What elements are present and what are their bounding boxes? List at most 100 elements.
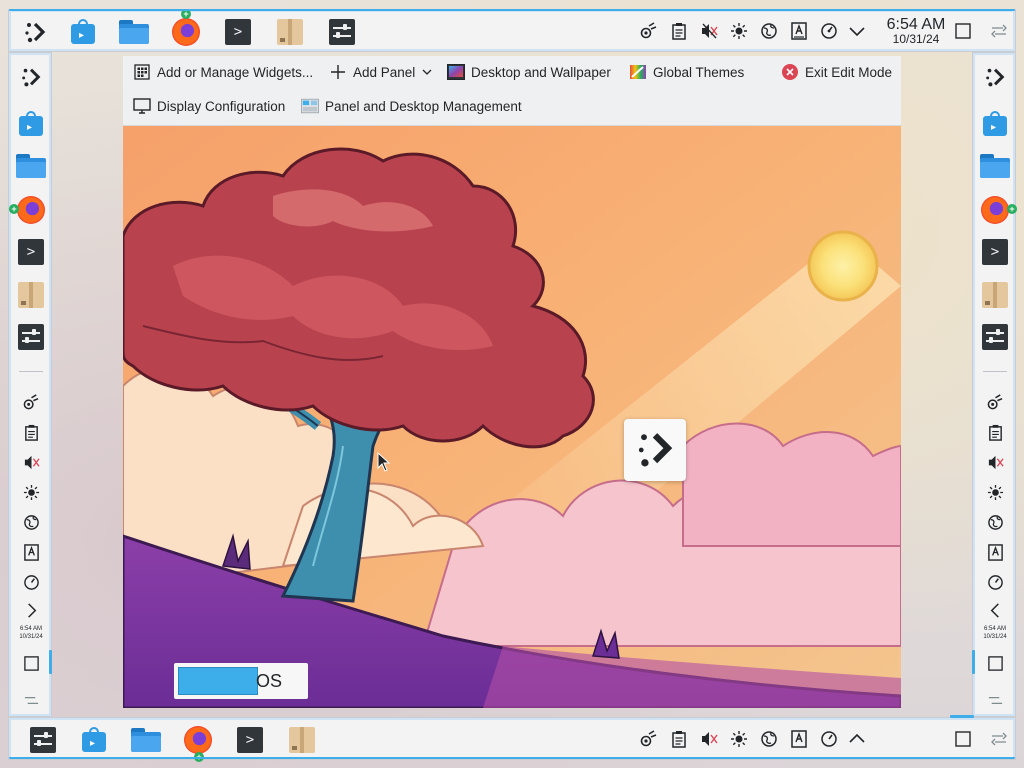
kdeconnect-icon[interactable] [638, 20, 660, 42]
show-desktop-icon[interactable] [9, 650, 53, 676]
power-profile-icon[interactable] [973, 569, 1017, 595]
taskbar-konsole[interactable]: > [216, 12, 260, 52]
show-desktop-icon[interactable] [952, 728, 974, 750]
left-taskbar-firefox[interactable]: + [9, 192, 53, 228]
panel-desktop-management-button[interactable]: Panel and Desktop Management [301, 94, 522, 118]
brightness-icon[interactable] [728, 728, 750, 750]
show-desktop-icon[interactable] [952, 20, 974, 42]
add-panel-label: Add Panel [353, 64, 416, 80]
add-badge-icon: + [9, 204, 19, 214]
bottom-panel-edge [9, 757, 1015, 759]
right-taskbar-konsole[interactable]: > [973, 234, 1017, 270]
kde-logo-icon [986, 68, 1005, 87]
brightness-icon[interactable] [973, 479, 1017, 505]
left-taskbar-konsole[interactable]: > [9, 234, 53, 270]
desktop-wallpaper-button[interactable]: Desktop and Wallpaper [447, 60, 611, 84]
left-taskbar-dolphin[interactable] [9, 148, 53, 184]
clipboard-icon[interactable] [668, 728, 690, 750]
bottom-taskbar-konsole[interactable]: > [228, 720, 272, 760]
right-digital-clock[interactable]: 6:54 AM 10/31/24 [973, 625, 1017, 641]
volume-muted-icon[interactable] [698, 728, 720, 750]
kdeconnect-icon[interactable] [973, 389, 1017, 415]
panel-configure-icon[interactable] [988, 728, 1010, 750]
bottom-panel[interactable]: ▸ + > [8, 717, 1016, 762]
taskbar-discover[interactable]: ▸ [61, 12, 105, 52]
store-icon: ▸ [18, 111, 44, 137]
bottom-taskbar-discover[interactable]: ▸ [72, 720, 116, 760]
left-panel-edge [49, 650, 52, 674]
panel-configure-icon[interactable] [9, 687, 53, 713]
volume-muted-icon[interactable] [9, 449, 53, 475]
right-taskbar-discover[interactable]: ▸ [973, 106, 1017, 142]
keyboard-layout-icon[interactable] [973, 539, 1017, 565]
os-label-text: OS [256, 670, 283, 691]
left-taskbar-discover[interactable]: ▸ [9, 106, 53, 142]
bottom-taskbar-firefox[interactable]: + [176, 720, 220, 762]
expand-arrow-icon[interactable] [846, 728, 868, 750]
global-themes-button[interactable]: Global Themes [629, 60, 744, 84]
right-taskbar-system-settings[interactable] [973, 319, 1017, 355]
folder-icon [131, 728, 161, 752]
left-application-launcher[interactable] [9, 59, 53, 95]
panel-configure-icon[interactable] [988, 20, 1010, 42]
brightness-icon[interactable] [9, 479, 53, 505]
volume-muted-icon[interactable] [973, 449, 1017, 475]
right-panel[interactable]: ▸ + > 6:54 AM 10/31/24 [972, 52, 1017, 717]
keyboard-layout-icon[interactable] [788, 728, 810, 750]
right-panel-edge [972, 650, 975, 674]
kde-logo-widget[interactable] [624, 419, 686, 481]
clipboard-icon[interactable] [668, 20, 690, 42]
network-icon[interactable] [9, 509, 53, 535]
power-profile-icon[interactable] [9, 569, 53, 595]
show-desktop-icon[interactable] [973, 650, 1017, 676]
right-application-launcher[interactable] [973, 59, 1017, 95]
chevron-down-icon [421, 63, 433, 81]
keyboard-layout-icon[interactable] [9, 539, 53, 565]
top-panel-edge [9, 9, 1015, 11]
left-digital-clock[interactable]: 6:54 AM 10/31/24 [9, 625, 53, 641]
left-taskbar-ark[interactable] [9, 277, 53, 313]
network-icon[interactable] [758, 20, 780, 42]
panel-configure-icon[interactable] [973, 687, 1017, 713]
taskbar-system-settings[interactable] [320, 12, 364, 52]
power-profile-icon[interactable] [818, 20, 840, 42]
display-configuration-button[interactable]: Display Configuration [133, 94, 285, 118]
right-taskbar-ark[interactable] [973, 277, 1017, 313]
power-profile-icon[interactable] [818, 728, 840, 750]
taskbar-dolphin[interactable] [112, 12, 156, 52]
panel-management-icon [301, 97, 319, 115]
taskbar-ark[interactable] [268, 12, 312, 52]
desktop-wallpaper-preview[interactable] [123, 126, 901, 708]
bottom-taskbar-ark[interactable] [280, 720, 324, 760]
left-panel[interactable]: ▸ + > 6:54 AM 10/31/24 [8, 52, 52, 717]
clipboard-icon[interactable] [9, 419, 53, 445]
exit-edit-mode-button[interactable]: Exit Edit Mode [781, 60, 892, 84]
expand-arrow-icon[interactable] [9, 597, 53, 623]
os-label-widget[interactable]: OS [174, 663, 308, 699]
brightness-icon[interactable] [728, 20, 750, 42]
expand-arrow-icon[interactable] [846, 20, 868, 42]
application-launcher-button[interactable] [13, 12, 57, 52]
bottom-panel-resize-handle [950, 715, 974, 718]
add-panel-button[interactable]: Add Panel [329, 60, 433, 84]
expand-arrow-icon[interactable] [973, 597, 1017, 623]
clipboard-icon[interactable] [973, 419, 1017, 445]
right-taskbar-firefox[interactable]: + [973, 192, 1017, 228]
right-taskbar-dolphin[interactable] [973, 148, 1017, 184]
bottom-taskbar-system-settings[interactable] [21, 720, 65, 760]
bottom-taskbar-dolphin[interactable] [124, 720, 168, 760]
keyboard-layout-icon[interactable] [788, 20, 810, 42]
kdeconnect-icon[interactable] [638, 728, 660, 750]
add-widgets-button[interactable]: Add or Manage Widgets... [133, 60, 313, 84]
network-icon[interactable] [973, 509, 1017, 535]
widgets-grid-icon [133, 63, 151, 81]
edit-mode-toolbar: Add or Manage Widgets... Add Panel Deskt… [123, 56, 901, 126]
volume-muted-icon[interactable] [698, 20, 720, 42]
kdeconnect-icon[interactable] [9, 389, 53, 415]
top-panel[interactable]: ▸ + > 6:54 AM 10/31/24 [8, 9, 1016, 52]
taskbar-firefox[interactable]: + [164, 9, 208, 52]
left-taskbar-system-settings[interactable] [9, 319, 53, 355]
terminal-icon: > [225, 19, 251, 45]
network-icon[interactable] [758, 728, 780, 750]
digital-clock[interactable]: 6:54 AM 10/31/24 [875, 16, 957, 46]
